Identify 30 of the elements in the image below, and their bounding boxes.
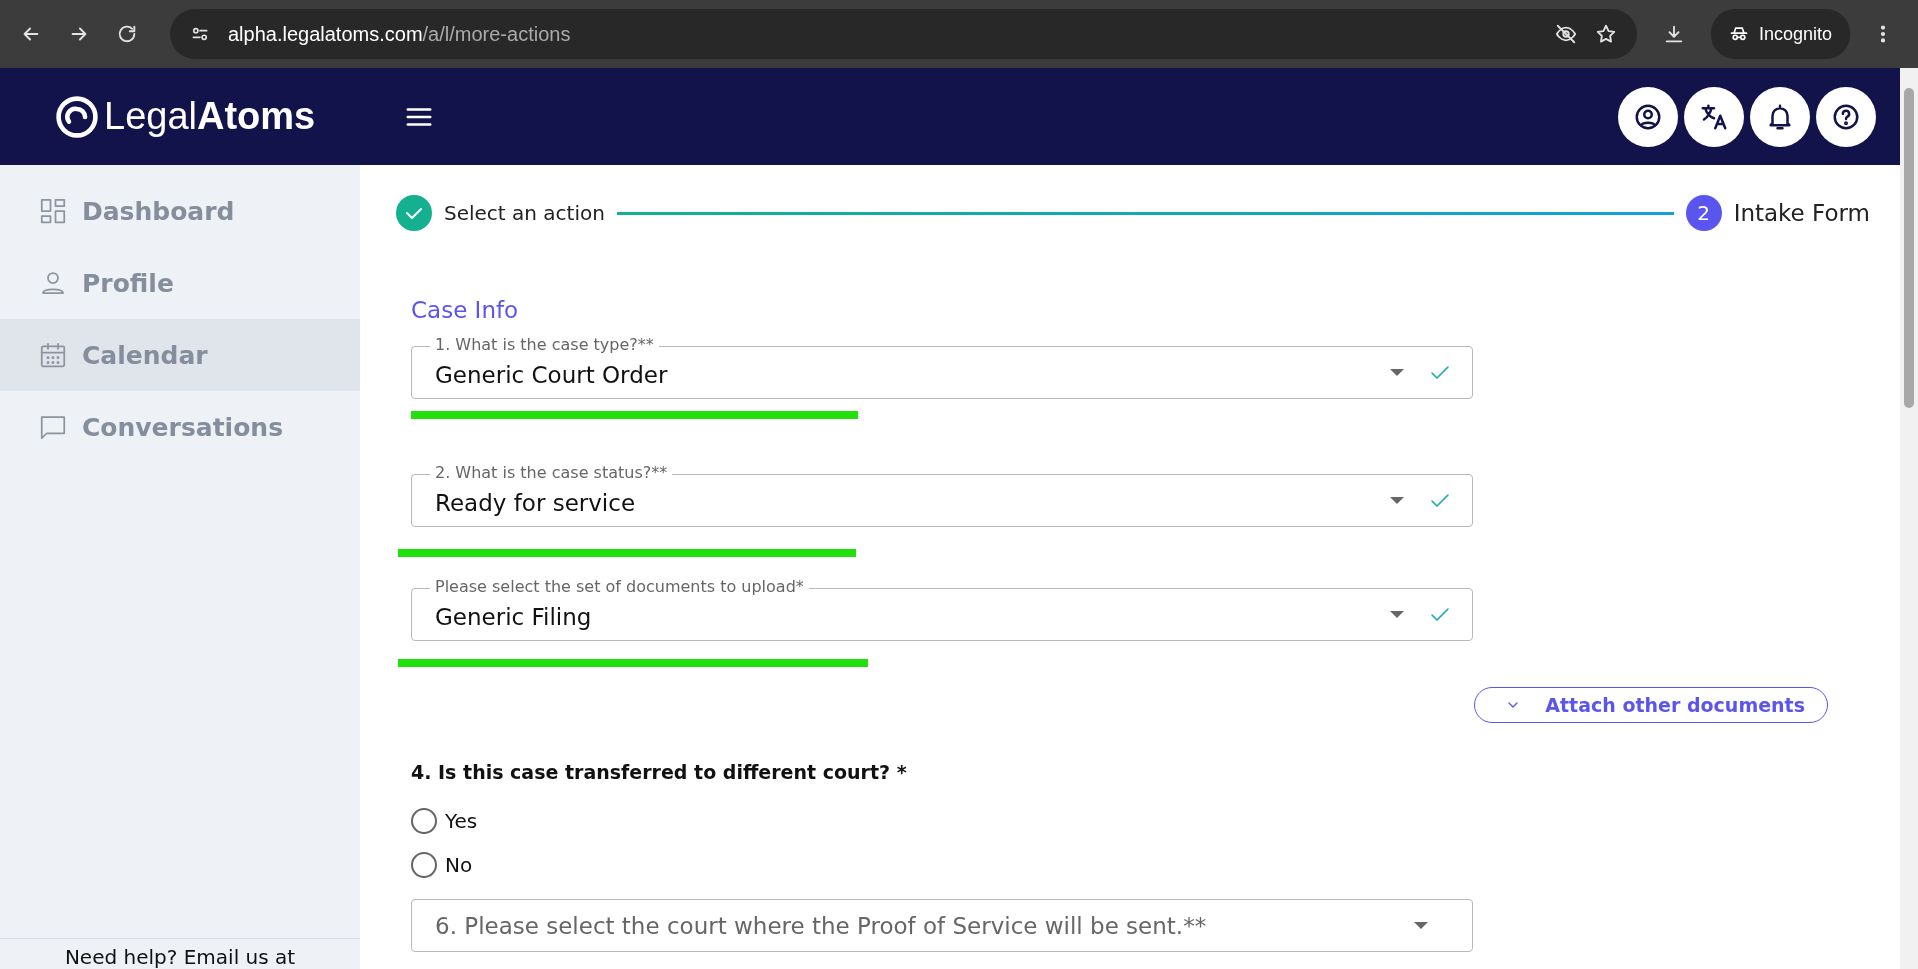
- step-number: 2: [1685, 195, 1722, 231]
- logo-icon: [54, 93, 100, 140]
- help-text: Need help? Email us at: [64, 945, 296, 969]
- court-select[interactable]: 6. Please select the court where the Proof of Service will be sent.**: [411, 899, 1473, 952]
- question-text: 4. Is this case transferred to different court? *: [411, 761, 908, 783]
- section-title: Case Info: [411, 297, 520, 323]
- scroll-thumb[interactable]: [1904, 88, 1914, 408]
- step-label: Intake Form: [1733, 200, 1870, 226]
- reload-icon[interactable]: [116, 23, 138, 45]
- radio-button[interactable]: [411, 852, 437, 878]
- dropdown-caret-icon: [1390, 497, 1404, 504]
- url-text[interactable]: alpha.legalatoms.com/a/l/more-actions: [228, 22, 1537, 46]
- dropdown-caret-icon: [1390, 369, 1404, 376]
- dropdown-caret-icon: [1414, 922, 1428, 929]
- address-bar[interactable]: alpha.legalatoms.com/a/l/more-actions: [170, 9, 1637, 59]
- step-label: Select an action: [444, 201, 605, 225]
- dropdown-caret-icon: [1390, 611, 1404, 618]
- incognito-button[interactable]: Incognito: [1710, 9, 1850, 59]
- attach-documents-button[interactable]: Attach other documents: [1474, 687, 1828, 723]
- eye-off-icon[interactable]: [1554, 23, 1577, 45]
- scrollbar[interactable]: [1900, 68, 1918, 969]
- radio-option[interactable]: Yes: [411, 799, 1870, 843]
- field-label: 1. What is the case type?**: [430, 335, 659, 355]
- radio-option[interactable]: No: [411, 843, 1870, 887]
- radio-button[interactable]: [411, 808, 437, 834]
- field-label: Please select the set of documents to upload*: [430, 577, 809, 597]
- calendar-icon: [38, 340, 68, 370]
- grid-icon: [38, 196, 68, 226]
- logo-text: LegalAtoms: [104, 95, 316, 138]
- star-icon[interactable]: [1594, 23, 1617, 45]
